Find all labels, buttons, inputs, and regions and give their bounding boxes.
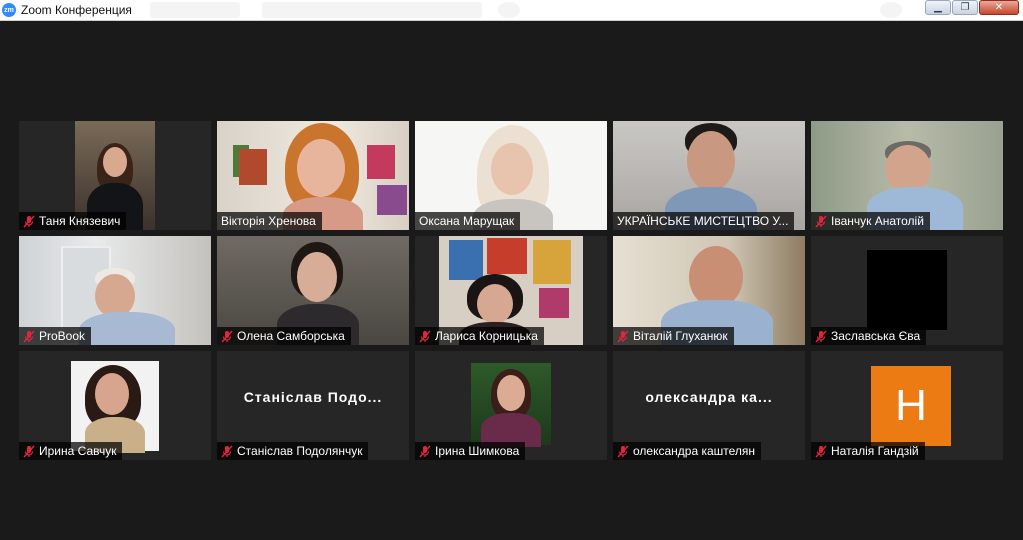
background-window-tab: [262, 2, 482, 18]
participant-tile[interactable]: Станіслав Подо... Станіслав Подолянчук: [217, 351, 409, 460]
video-off-name: Станіслав Подо...: [243, 389, 383, 405]
participant-name-plate: Віталій Глуханюк: [613, 327, 734, 345]
restore-button[interactable]: ❐: [952, 0, 978, 15]
participant-name: Оксана Марущак: [419, 214, 515, 228]
muted-mic-icon: [221, 445, 233, 457]
participant-tile[interactable]: Таня Князевич: [19, 121, 211, 230]
participant-tile[interactable]: Вікторія Хренова: [217, 121, 409, 230]
participant-name: Іванчук Анатолій: [831, 214, 924, 228]
participant-name: Наталія Гандзій: [831, 444, 919, 458]
video-off-name: олександра ка...: [645, 389, 773, 405]
participant-tile[interactable]: ProBook: [19, 236, 211, 345]
participant-name: олександра каштелян: [633, 444, 756, 458]
background-window-tab: [150, 2, 240, 18]
participant-tile[interactable]: олександра ка... олександра каштелян: [613, 351, 805, 460]
muted-mic-icon: [419, 445, 431, 457]
participant-tile[interactable]: Заславська Єва: [811, 236, 1003, 345]
participant-name-plate: олександра каштелян: [613, 442, 762, 460]
background-window-icon: [880, 2, 902, 18]
participant-name: ProBook: [39, 329, 86, 343]
participant-name-plate: Вікторія Хренова: [217, 212, 322, 230]
minimize-button[interactable]: ▁: [925, 0, 951, 15]
participant-name: УКРАЇНСЬКЕ МИСТЕЦТВО У...: [617, 214, 789, 228]
participant-name-plate: Заславська Єва: [811, 327, 927, 345]
gallery-view: Таня Князевич Вікторія Хренова Оксана Ма…: [19, 121, 1005, 460]
window-controls: ▁ ❐ ✕: [925, 0, 1019, 17]
participant-avatar-photo: [71, 361, 159, 453]
participant-name: Віталій Глуханюк: [633, 329, 728, 343]
participant-tile[interactable]: Іванчук Анатолій: [811, 121, 1003, 230]
participant-avatar-photo: [471, 363, 551, 447]
participant-name-plate: Олена Самборська: [217, 327, 351, 345]
participant-name: Ирина Савчук: [39, 444, 117, 458]
participant-name: Вікторія Хренова: [221, 214, 316, 228]
zoom-logo-icon: zm: [2, 3, 16, 17]
participant-tile[interactable]: Олена Самборська: [217, 236, 409, 345]
avatar-letter: H: [871, 366, 951, 446]
participant-tile[interactable]: H Наталія Гандзій: [811, 351, 1003, 460]
participant-name-plate: Іванчук Анатолій: [811, 212, 930, 230]
participant-tile[interactable]: Оксана Марущак: [415, 121, 607, 230]
muted-mic-icon: [23, 445, 35, 457]
participant-tile[interactable]: Ірина Шимкова: [415, 351, 607, 460]
participant-name-plate: Лариса Корницька: [415, 327, 544, 345]
muted-mic-icon: [419, 330, 431, 342]
participant-name: Таня Князевич: [39, 214, 121, 228]
participant-name: Станіслав Подолянчук: [237, 444, 363, 458]
window-title: Zoom Конференция: [21, 3, 132, 17]
participant-name-plate: УКРАЇНСЬКЕ МИСТЕЦТВО У...: [613, 212, 795, 230]
participant-name: Заславська Єва: [831, 329, 921, 343]
muted-mic-icon: [23, 215, 35, 227]
participant-tile-active-speaker[interactable]: УКРАЇНСЬКЕ МИСТЕЦТВО У...: [613, 121, 805, 230]
participant-name: Олена Самборська: [237, 329, 345, 343]
participant-video: [867, 250, 947, 330]
muted-mic-icon: [815, 215, 827, 227]
participant-name-plate: ProBook: [19, 327, 92, 345]
participant-name-plate: Оксана Марущак: [415, 212, 521, 230]
participant-tile[interactable]: Ирина Савчук: [19, 351, 211, 460]
close-button[interactable]: ✕: [979, 0, 1019, 15]
muted-mic-icon: [23, 330, 35, 342]
participant-tile[interactable]: Лариса Корницька: [415, 236, 607, 345]
window-title-bar: zm Zoom Конференция ▁ ❐ ✕: [0, 0, 1023, 21]
participant-tile[interactable]: Віталій Глуханюк: [613, 236, 805, 345]
participant-name-plate: Таня Князевич: [19, 212, 127, 230]
muted-mic-icon: [815, 445, 827, 457]
participant-name: Лариса Корницька: [435, 329, 538, 343]
participant-name-plate: Ірина Шимкова: [415, 442, 526, 460]
participant-name-plate: Наталія Гандзій: [811, 442, 925, 460]
participant-name-plate: Ирина Савчук: [19, 442, 123, 460]
muted-mic-icon: [617, 330, 629, 342]
muted-mic-icon: [221, 330, 233, 342]
muted-mic-icon: [815, 330, 827, 342]
participant-name: Ірина Шимкова: [435, 444, 520, 458]
background-window-icon: [498, 2, 520, 18]
participant-name-plate: Станіслав Подолянчук: [217, 442, 369, 460]
muted-mic-icon: [617, 445, 629, 457]
